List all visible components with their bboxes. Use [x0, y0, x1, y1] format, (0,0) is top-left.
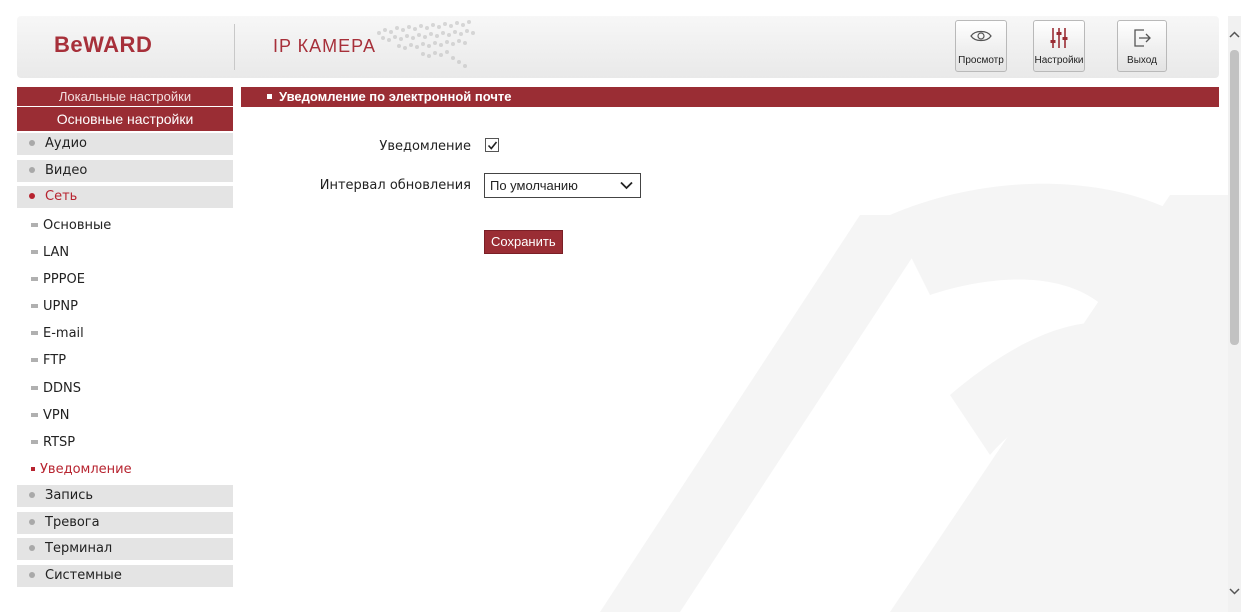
- save-button[interactable]: Сохранить: [484, 230, 563, 254]
- exit-icon: [1134, 29, 1151, 47]
- square-bullet-icon: [31, 358, 38, 363]
- sidebar-item-terminal[interactable]: Терминал: [17, 538, 233, 561]
- submenu-item-label: FTP: [43, 353, 67, 369]
- section-title: Уведомление по электронной почте: [279, 89, 512, 104]
- submenu-item-label: RTSP: [43, 435, 76, 450]
- exit-button[interactable]: Выход: [1117, 20, 1167, 72]
- square-bullet-icon: [31, 440, 38, 444]
- submenu-item-notification[interactable]: Уведомление: [17, 456, 233, 483]
- submenu-item-label: PPPOE: [43, 271, 85, 287]
- section-title-bar: Уведомление по электронной почте: [241, 87, 1219, 107]
- eye-icon: [970, 30, 992, 42]
- submenu-item-label: DDNS: [43, 380, 81, 396]
- sliders-icon: [1050, 28, 1068, 48]
- square-bullet-icon: [31, 385, 38, 390]
- submenu-item-ddns[interactable]: DDNS: [17, 375, 233, 402]
- submenu-item-lan[interactable]: LAN: [17, 239, 233, 266]
- bullet-icon: [29, 545, 35, 552]
- chevron-down-icon: [620, 181, 633, 190]
- notify-checkbox[interactable]: [485, 138, 499, 152]
- checkmark-icon: [487, 141, 498, 150]
- brand-logo: BeWARD: [54, 32, 153, 57]
- header-bar: BeWARD IP КАМЕРА Просмотр Настройки Выхо…: [17, 16, 1219, 78]
- sidebar-item-video[interactable]: Видео: [17, 159, 233, 182]
- interval-selected-value: По умолчанию: [490, 178, 578, 193]
- watermark-logo: [600, 183, 1240, 612]
- settings-button-label: Настройки: [1034, 55, 1084, 66]
- bullet-icon: [29, 166, 35, 173]
- sidebar-item-recording[interactable]: Запись: [17, 485, 233, 508]
- view-button-label: Просмотр: [958, 55, 1004, 66]
- scroll-up-icon[interactable]: [1228, 28, 1241, 42]
- square-bullet-icon: [31, 412, 38, 417]
- submenu-item-label: Уведомление: [40, 462, 132, 478]
- sidebar-item-audio[interactable]: Аудио: [17, 133, 233, 155]
- submenu-item-upnp[interactable]: UPNP: [17, 293, 233, 320]
- network-submenu: Основные LAN PPPOE UPNP E-mail FTP DDNS …: [17, 212, 233, 484]
- sidebar-item-label: Тревога: [45, 514, 100, 530]
- sidebar-item-label: Запись: [45, 488, 94, 504]
- submenu-item-pppoe[interactable]: PPPOE: [17, 266, 233, 293]
- view-button[interactable]: Просмотр: [955, 20, 1007, 72]
- bullet-icon: [29, 492, 35, 499]
- submenu-item-label: VPN: [43, 407, 70, 423]
- submenu-item-email[interactable]: E-mail: [17, 320, 233, 347]
- notify-label: Уведомление: [379, 139, 471, 154]
- bullet-icon: [29, 193, 35, 199]
- sidebar-item-alarm[interactable]: Тревога: [17, 511, 233, 534]
- sidebar-item-network[interactable]: Сеть: [17, 186, 233, 208]
- scrollbar-thumb[interactable]: [1230, 50, 1239, 345]
- interval-label: Интервал обновления: [319, 178, 471, 193]
- submenu-item-label: UPNP: [43, 299, 78, 315]
- square-bullet-icon: [31, 222, 38, 227]
- sidebar-item-label: Аудио: [45, 136, 87, 151]
- submenu-item-vpn[interactable]: VPN: [17, 402, 233, 429]
- submenu-item-ftp[interactable]: FTP: [17, 347, 233, 374]
- scroll-down-icon[interactable]: [1228, 584, 1241, 598]
- interval-select[interactable]: По умолчанию: [484, 173, 641, 198]
- sidebar-menu: Локальные настройки Основные настройки А…: [17, 87, 233, 591]
- bullet-icon: [29, 140, 35, 146]
- submenu-item-basic[interactable]: Основные: [17, 212, 233, 239]
- square-bullet-icon: [31, 276, 38, 281]
- square-bullet-icon: [31, 304, 38, 309]
- header-divider: [234, 24, 235, 70]
- exit-button-label: Выход: [1127, 55, 1157, 66]
- square-bullet-icon: [31, 249, 38, 254]
- sidebar-item-label: Сеть: [45, 189, 78, 204]
- square-bullet-icon: [267, 94, 272, 99]
- square-bullet-icon: [31, 467, 35, 472]
- product-title: IP КАМЕРА: [273, 36, 376, 56]
- sidebar-main-settings[interactable]: Основные настройки: [17, 107, 233, 131]
- sidebar-local-settings[interactable]: Локальные настройки: [17, 87, 233, 106]
- settings-button[interactable]: Настройки: [1033, 20, 1085, 72]
- submenu-item-label: LAN: [43, 244, 70, 260]
- bullet-icon: [29, 518, 35, 525]
- bullet-icon: [29, 571, 35, 578]
- sidebar-item-label: Видео: [45, 162, 88, 178]
- square-bullet-icon: [31, 331, 38, 336]
- sidebar-item-label: Системные: [45, 567, 122, 583]
- submenu-item-label: Основные: [43, 217, 112, 233]
- sidebar-item-system[interactable]: Системные: [17, 564, 233, 587]
- submenu-item-label: E-mail: [43, 326, 84, 342]
- sidebar-item-label: Терминал: [45, 541, 113, 557]
- submenu-item-rtsp[interactable]: RTSP: [17, 429, 233, 456]
